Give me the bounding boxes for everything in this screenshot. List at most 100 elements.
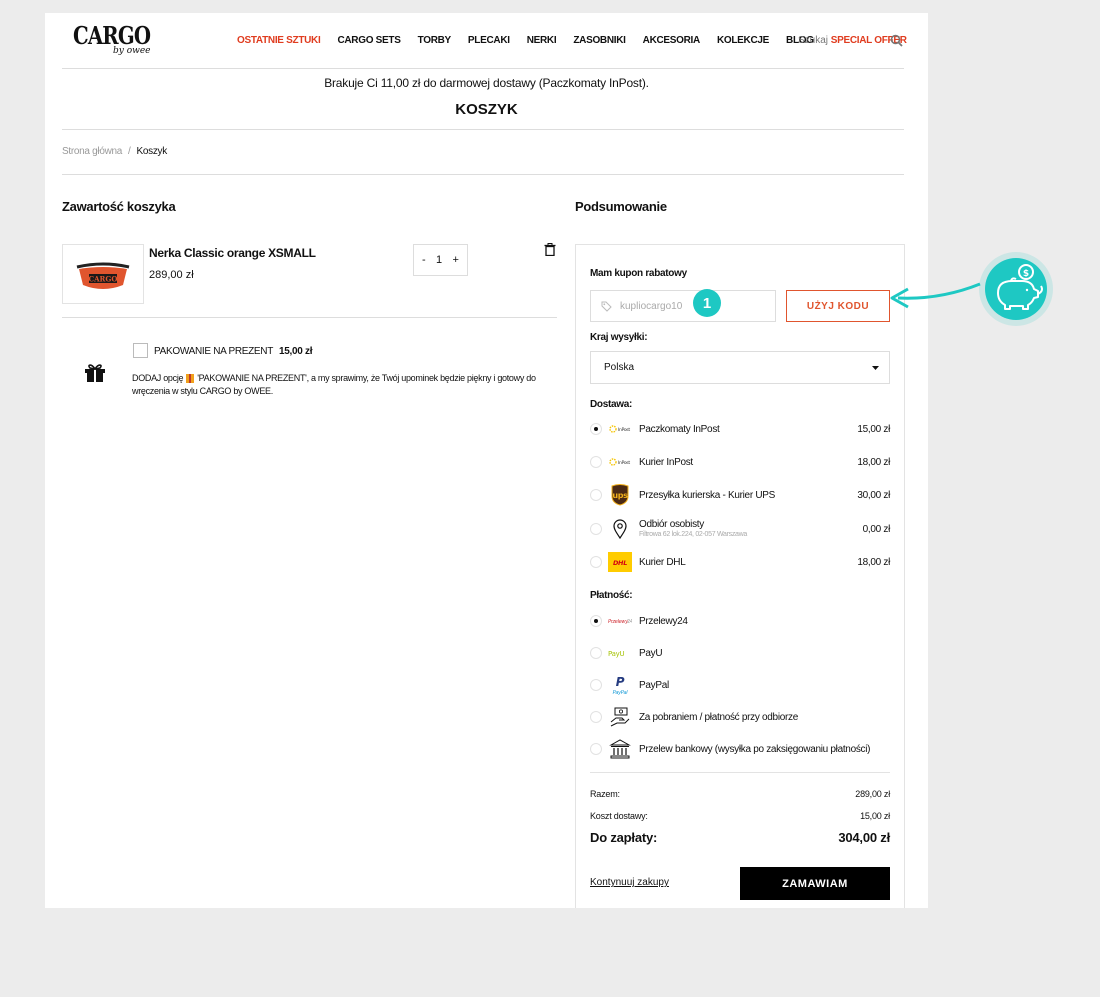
country-select[interactable]: Polska <box>590 351 890 384</box>
breadcrumb: Strona główna / Koszyk <box>62 146 167 157</box>
delivery-radio[interactable] <box>590 489 602 501</box>
location-pin-icon <box>608 518 632 540</box>
delivery-option[interactable]: DHL Kurier DHL 18,00 zł <box>590 551 890 573</box>
svg-text:$: $ <box>1023 269 1029 279</box>
total-label: Do zapłaty: <box>590 830 658 845</box>
free-shipping-note: Brakuje Ci 11,00 zł do darmowej dostawy … <box>324 76 649 90</box>
payment-option[interactable]: Za pobraniem / płatność przy odbiorze <box>590 706 890 728</box>
ups-icon: ups <box>608 484 632 506</box>
inpost-icon: InPost <box>608 451 632 473</box>
waist-bag-image: CARGO <box>76 262 130 289</box>
delivery-radio[interactable] <box>590 456 602 468</box>
payment-radio[interactable] <box>590 711 602 723</box>
delivery-name: Paczkomaty InPost <box>639 423 720 435</box>
delivery-name: Przesyłka kurierska - Kurier UPS <box>639 489 775 501</box>
small-gift-icon <box>186 374 195 384</box>
breadcrumb-separator: / <box>128 146 131 157</box>
inpost-icon: InPost <box>608 418 632 440</box>
svg-text:ups: ups <box>612 491 628 500</box>
search-input[interactable]: Szukaj <box>798 35 828 46</box>
delivery-radio[interactable] <box>590 523 602 535</box>
product-price: 289,00 zł <box>149 269 194 281</box>
delivery-price: 30,00 zł <box>857 489 890 501</box>
cargo-logo[interactable]: CARGO by owee <box>73 23 153 68</box>
gift-desc-part-a: DODAJ opcję <box>132 373 184 383</box>
payment-option[interactable]: PayU PayU <box>590 642 890 664</box>
payment-option[interactable]: Przelewy 24 Przelewy24 <box>590 610 890 632</box>
continue-shopping-link[interactable]: Kontynuuj zakupy <box>590 877 669 888</box>
search-icon[interactable] <box>890 34 903 47</box>
nav-item-zasobniki[interactable]: ZASOBNIKI <box>573 35 626 46</box>
shipping-cost-label: Koszt dostawy: <box>590 811 648 821</box>
payment-name: PayPal <box>639 679 669 691</box>
breadcrumb-home[interactable]: Strona główna <box>62 146 122 157</box>
delivery-label: Dostawa: <box>590 399 633 410</box>
qty-value[interactable]: 1 <box>436 254 442 266</box>
payment-radio[interactable] <box>590 743 602 755</box>
svg-text:DHL: DHL <box>613 559 627 567</box>
trash-icon[interactable] <box>544 243 556 256</box>
payment-radio[interactable] <box>590 615 602 627</box>
order-summary-panel: Mam kupon rabatowy kupliocargo10 UŻYJ KO… <box>575 244 905 908</box>
qty-decrease-button[interactable]: - <box>422 254 426 266</box>
page-title: KOSZYK <box>455 101 518 118</box>
payment-radio[interactable] <box>590 679 602 691</box>
delivery-price: 18,00 zł <box>857 556 890 568</box>
country-value: Polska <box>604 362 635 373</box>
svg-text:PayPal: PayPal <box>613 690 629 696</box>
quantity-stepper: - 1 + <box>413 244 468 276</box>
delivery-option[interactable]: ups Przesyłka kurierska - Kurier UPS 30,… <box>590 484 890 506</box>
nav-item-plecaki[interactable]: PLECAKI <box>468 35 510 46</box>
delivery-option[interactable]: InPost Kurier InPost 18,00 zł <box>590 451 890 473</box>
payment-name: Przelewy24 <box>639 615 688 627</box>
gift-wrap-checkbox[interactable] <box>133 343 148 358</box>
product-name[interactable]: Nerka Classic orange XSMALL <box>149 246 316 260</box>
nav-item-torby[interactable]: TORBY <box>418 35 452 46</box>
pickup-name: Odbiór osobisty <box>639 519 704 530</box>
svg-text:InPost: InPost <box>618 460 630 466</box>
svg-text:24: 24 <box>627 619 632 625</box>
delivery-radio[interactable] <box>590 556 602 568</box>
nav-item-nerki[interactable]: NERKI <box>527 35 557 46</box>
delivery-option[interactable]: InPost Paczkomaty InPost 15,00 zł <box>590 418 890 440</box>
svg-text:InPost: InPost <box>618 427 630 433</box>
delivery-price: 0,00 zł <box>862 523 891 535</box>
piggy-bank-icon: $ <box>979 252 1053 326</box>
payment-option[interactable]: Przelew bankowy (wysyłka po zaksięgowani… <box>590 738 890 760</box>
payment-radio[interactable] <box>590 647 602 659</box>
cash-hand-icon <box>608 706 632 728</box>
apply-coupon-button[interactable]: UŻYJ KODU <box>786 290 890 322</box>
delivery-radio[interactable] <box>590 423 602 435</box>
qty-increase-button[interactable]: + <box>453 254 459 266</box>
header-divider <box>62 68 904 69</box>
total-value: 304,00 zł <box>838 830 890 845</box>
coupon-input[interactable]: kupliocargo10 <box>590 290 776 322</box>
nav-item-cargo-sets[interactable]: CARGO SETS <box>337 35 400 46</box>
gift-wrap-label[interactable]: PAKOWANIE NA PREZENT 15,00 zł <box>154 346 313 357</box>
subtotal-label: Razem: <box>590 789 620 799</box>
delivery-name: Kurier DHL <box>639 556 686 568</box>
delivery-name: Kurier InPost <box>639 456 693 468</box>
nav-item-kolekcje[interactable]: KOLEKCJE <box>717 35 769 46</box>
cart-item-divider <box>62 317 557 318</box>
delivery-option[interactable]: Odbiór osobisty Filtrowa 62 lok.224, 02-0… <box>590 517 890 541</box>
arrow-icon <box>890 282 981 309</box>
payment-option[interactable]: P PayPal PayPal <box>590 674 890 696</box>
payment-label: Płatność: <box>590 590 633 601</box>
subtotal-value: 289,00 zł <box>855 789 890 799</box>
logo-subtext: by owee <box>113 46 151 56</box>
tag-icon <box>601 301 612 312</box>
pickup-address: Filtrowa 62 lok.224, 02-057 Warszawa <box>639 531 747 538</box>
nav-item-akcesoria[interactable]: AKCESORIA <box>643 35 701 46</box>
shipping-cost-row: Koszt dostawy: 15,00 zł <box>590 811 890 821</box>
paypal-icon: P PayPal <box>608 674 632 696</box>
nav-item-ostatnie-sztuki[interactable]: OSTATNIE SZTUKI <box>237 35 321 46</box>
product-thumbnail[interactable]: CARGO <box>62 244 144 304</box>
step-badge: 1 <box>693 289 721 317</box>
subtotal-row: Razem: 289,00 zł <box>590 789 890 799</box>
gift-wrap-description: DODAJ opcję 'PAKOWANIE NA PREZENT', a my … <box>132 372 542 398</box>
payment-name: Za pobraniem / płatność przy odbiorze <box>639 711 798 723</box>
payu-icon: PayU <box>608 642 632 664</box>
place-order-button[interactable]: ZAMAWIAM <box>740 867 890 900</box>
payment-name: Przelew bankowy (wysyłka po zaksięgowani… <box>639 743 871 755</box>
